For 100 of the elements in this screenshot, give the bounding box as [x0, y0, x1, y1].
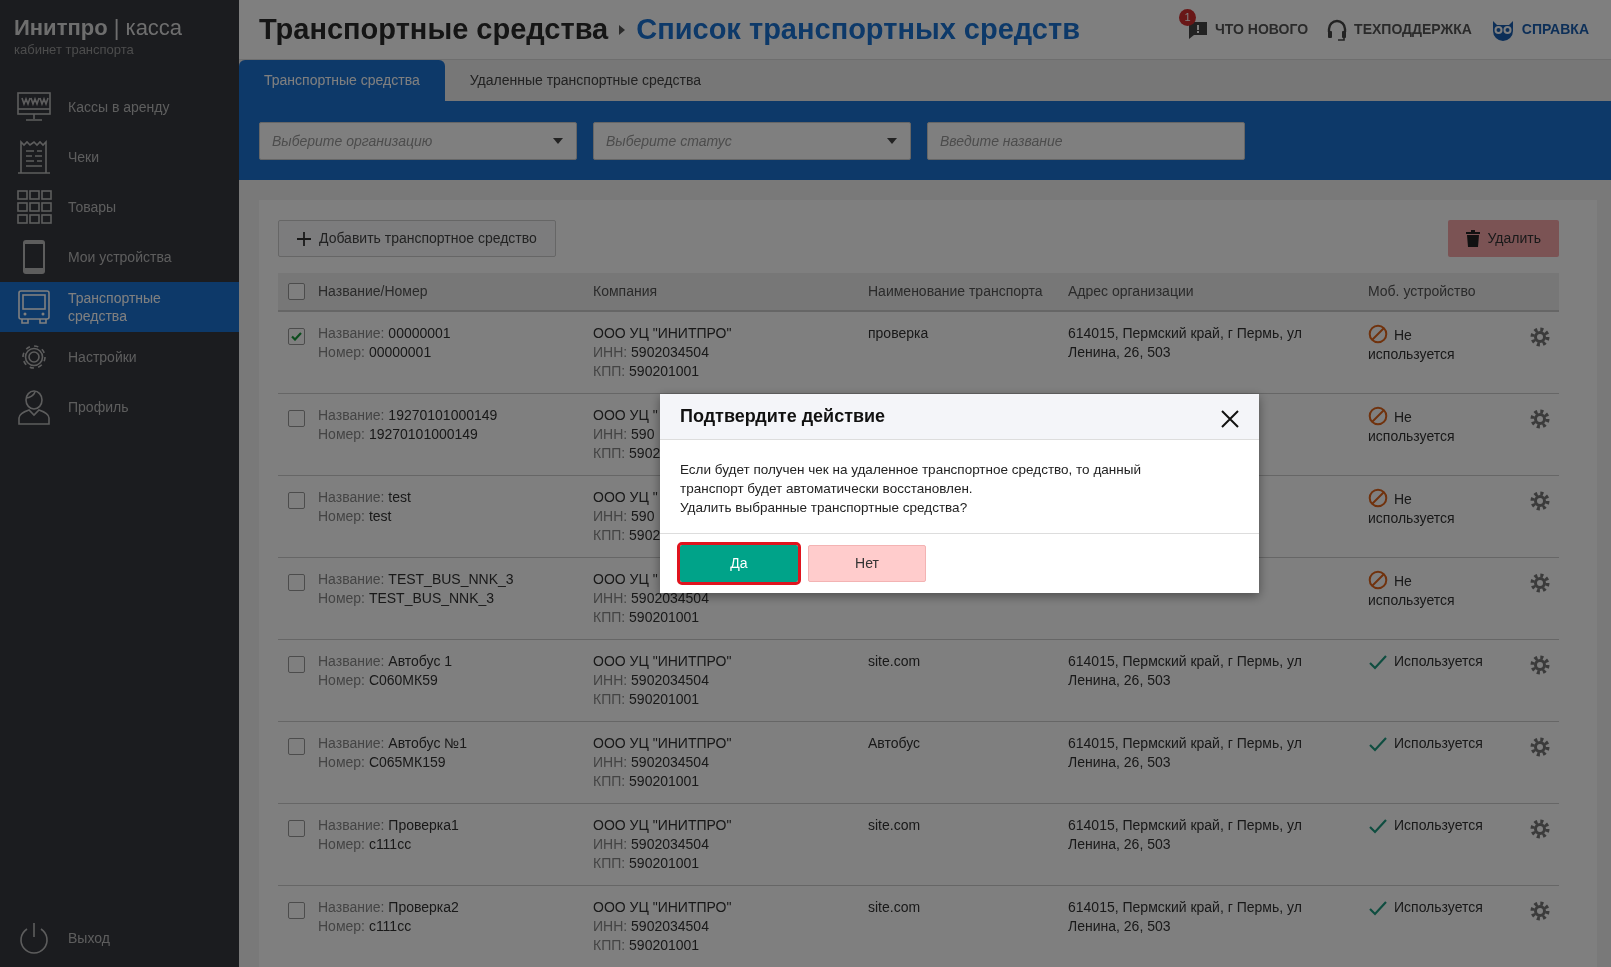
sidebar-item[interactable]: Товары [0, 181, 239, 232]
column-header: Адрес организации [1068, 282, 1195, 301]
transport-name: site.com [868, 899, 921, 915]
trash-icon [1465, 230, 1480, 247]
prohibited-icon [1368, 488, 1388, 508]
settings-icon[interactable] [1529, 490, 1551, 512]
add-button[interactable]: Добавить транспортное средство [278, 220, 556, 257]
company-kpp: КПП: 590201001 [593, 772, 700, 791]
tab[interactable]: Удаленные транспортные средства [444, 60, 726, 101]
vehicle-number: Номер: TEST_BUS_NNK_3 [318, 589, 495, 608]
checkbox[interactable] [288, 492, 305, 509]
vehicle-name: Название: Автобус №1 [318, 734, 468, 753]
device-status: Не используется [1368, 570, 1488, 610]
vehicle-number: Номер: С060МК59 [318, 671, 438, 690]
checkbox[interactable] [288, 283, 305, 300]
company-name: ООО УЦ "ИНИТПРО" [593, 324, 732, 343]
confirm-button[interactable]: Да [680, 545, 798, 582]
company-inn: ИНН: 5902034504 [593, 671, 709, 690]
vehicle-name: Название: test [318, 488, 411, 507]
logout-item[interactable]: Выход [0, 913, 239, 963]
checkmark-icon [1368, 653, 1388, 671]
column-header: Моб. устройство [1368, 282, 1477, 301]
checkmark-icon [1368, 817, 1388, 835]
prohibited-icon [1368, 570, 1388, 590]
company-inn: ИНН: 5902034504 [593, 753, 709, 772]
company-name: ООО УЦ "ИНИТПРО" [593, 734, 732, 753]
settings-icon[interactable] [1529, 572, 1551, 594]
checkbox[interactable] [288, 738, 305, 755]
dialog-message: Удалить выбранные транспортные средства? [680, 499, 969, 517]
transport-name: проверка [868, 325, 929, 341]
sidebar-item[interactable]: Транспортные средства [0, 281, 239, 332]
vehicle-number: Номер: С065МК159 [318, 753, 446, 772]
vehicle-name: Название: TEST_BUS_NNK_3 [318, 570, 514, 589]
vehicle-name: Название: Проверка1 [318, 816, 459, 835]
company-name: ООО УЦ "ИНИТПРО" [593, 898, 732, 917]
checkbox[interactable] [288, 328, 305, 345]
company-inn: ИНН: 590 [593, 425, 655, 444]
device-status: Используется [1368, 816, 1483, 835]
checkbox[interactable] [288, 820, 305, 837]
settings-icon[interactable] [1529, 818, 1551, 840]
checkbox[interactable] [288, 656, 305, 673]
vehicle-number: Номер: test [318, 507, 392, 526]
company-inn: ИНН: 5902034504 [593, 835, 709, 854]
company-inn: ИНН: 590 [593, 507, 655, 526]
vehicle-number: Номер: c111cc [318, 917, 412, 936]
device-status: Не используется [1368, 406, 1488, 446]
settings-icon[interactable] [1529, 736, 1551, 758]
tab[interactable]: Транспортные средства [239, 60, 445, 101]
address-text: 614015, Пермский край, г Пермь, ул Ленина, 26, 503 [1068, 652, 1303, 690]
checkbox[interactable] [288, 574, 305, 591]
company-name: ООО УЦ "ИНИТПРО" [593, 816, 732, 835]
sidebar-item[interactable]: Мои устройства [0, 231, 239, 282]
company-inn: ИНН: 5902034504 [593, 917, 709, 936]
company-kpp: КПП: 590201001 [593, 936, 700, 955]
prohibited-icon [1368, 324, 1388, 344]
company-kpp: КПП: 5902 [593, 526, 661, 545]
close-button[interactable] [1221, 407, 1239, 426]
vehicle-name: Название: 00000001 [318, 324, 451, 343]
person-icon [16, 388, 52, 425]
transport-name: site.com [868, 817, 921, 833]
transport-name: site.com [868, 653, 921, 669]
company-name: ООО УЦ " [593, 406, 658, 425]
vehicle-number: Номер: 00000001 [318, 343, 432, 362]
plus-icon [297, 231, 311, 246]
column-header: Название/Номер [318, 282, 429, 301]
checkmark-icon [1368, 735, 1388, 753]
company-name: ООО УЦ "ИНИТПРО" [593, 652, 732, 671]
column-header: Компания [593, 282, 659, 301]
dialog-title: Подтвердите действие [680, 405, 886, 428]
settings-icon[interactable] [1529, 408, 1551, 430]
vehicle-number: Номер: 19270101000149 [318, 425, 478, 444]
cancel-button[interactable]: Нет [808, 545, 926, 582]
header-link[interactable]: ТЕХПОДДЕРЖКА [1326, 17, 1472, 42]
transport-name: Автобус [868, 735, 921, 751]
company-kpp: КПП: 5902 [593, 444, 661, 463]
checkbox[interactable] [288, 902, 305, 919]
delete-button[interactable]: Удалить [1447, 220, 1559, 257]
bus-icon [16, 288, 52, 325]
grid-icon [16, 188, 52, 225]
company-kpp: КПП: 590201001 [593, 690, 700, 709]
dialog-message: Если будет получен чек на удаленное транспортное средство, то данный транспорт будет автоматически восстановлен. [680, 461, 1142, 498]
address-text: 614015, Пермский край, г Пермь, ул Ленина, 26, 503 [1068, 898, 1303, 936]
settings-icon[interactable] [1529, 326, 1551, 348]
settings-icon[interactable] [1529, 654, 1551, 676]
company-inn: ИНН: 5902034504 [593, 343, 709, 362]
checkbox[interactable] [288, 410, 305, 427]
address-text: 614015, Пермский край, г Пермь, ул Ленина, 26, 503 [1068, 734, 1303, 772]
sidebar-item[interactable]: Кассы в аренду [0, 81, 239, 132]
company-kpp: КПП: 590201001 [593, 608, 700, 627]
logo-text: Инитпро | касса [14, 16, 184, 41]
device-status: Не используется [1368, 488, 1488, 528]
sidebar-item[interactable]: Профиль [0, 381, 239, 432]
breadcrumb-link[interactable]: Транспортные средства [259, 7, 609, 52]
sidebar-item[interactable]: Чеки [0, 131, 239, 182]
device-status: Используется [1368, 898, 1483, 917]
company-inn: ИНН: 5902034504 [593, 589, 709, 608]
header-link[interactable]: СПРАВКА [1489, 18, 1589, 41]
caret-icon [553, 138, 563, 144]
settings-icon[interactable] [1529, 900, 1551, 922]
address-text: 614015, Пермский край, г Пермь, ул Ленина, 26, 503 [1068, 324, 1303, 362]
